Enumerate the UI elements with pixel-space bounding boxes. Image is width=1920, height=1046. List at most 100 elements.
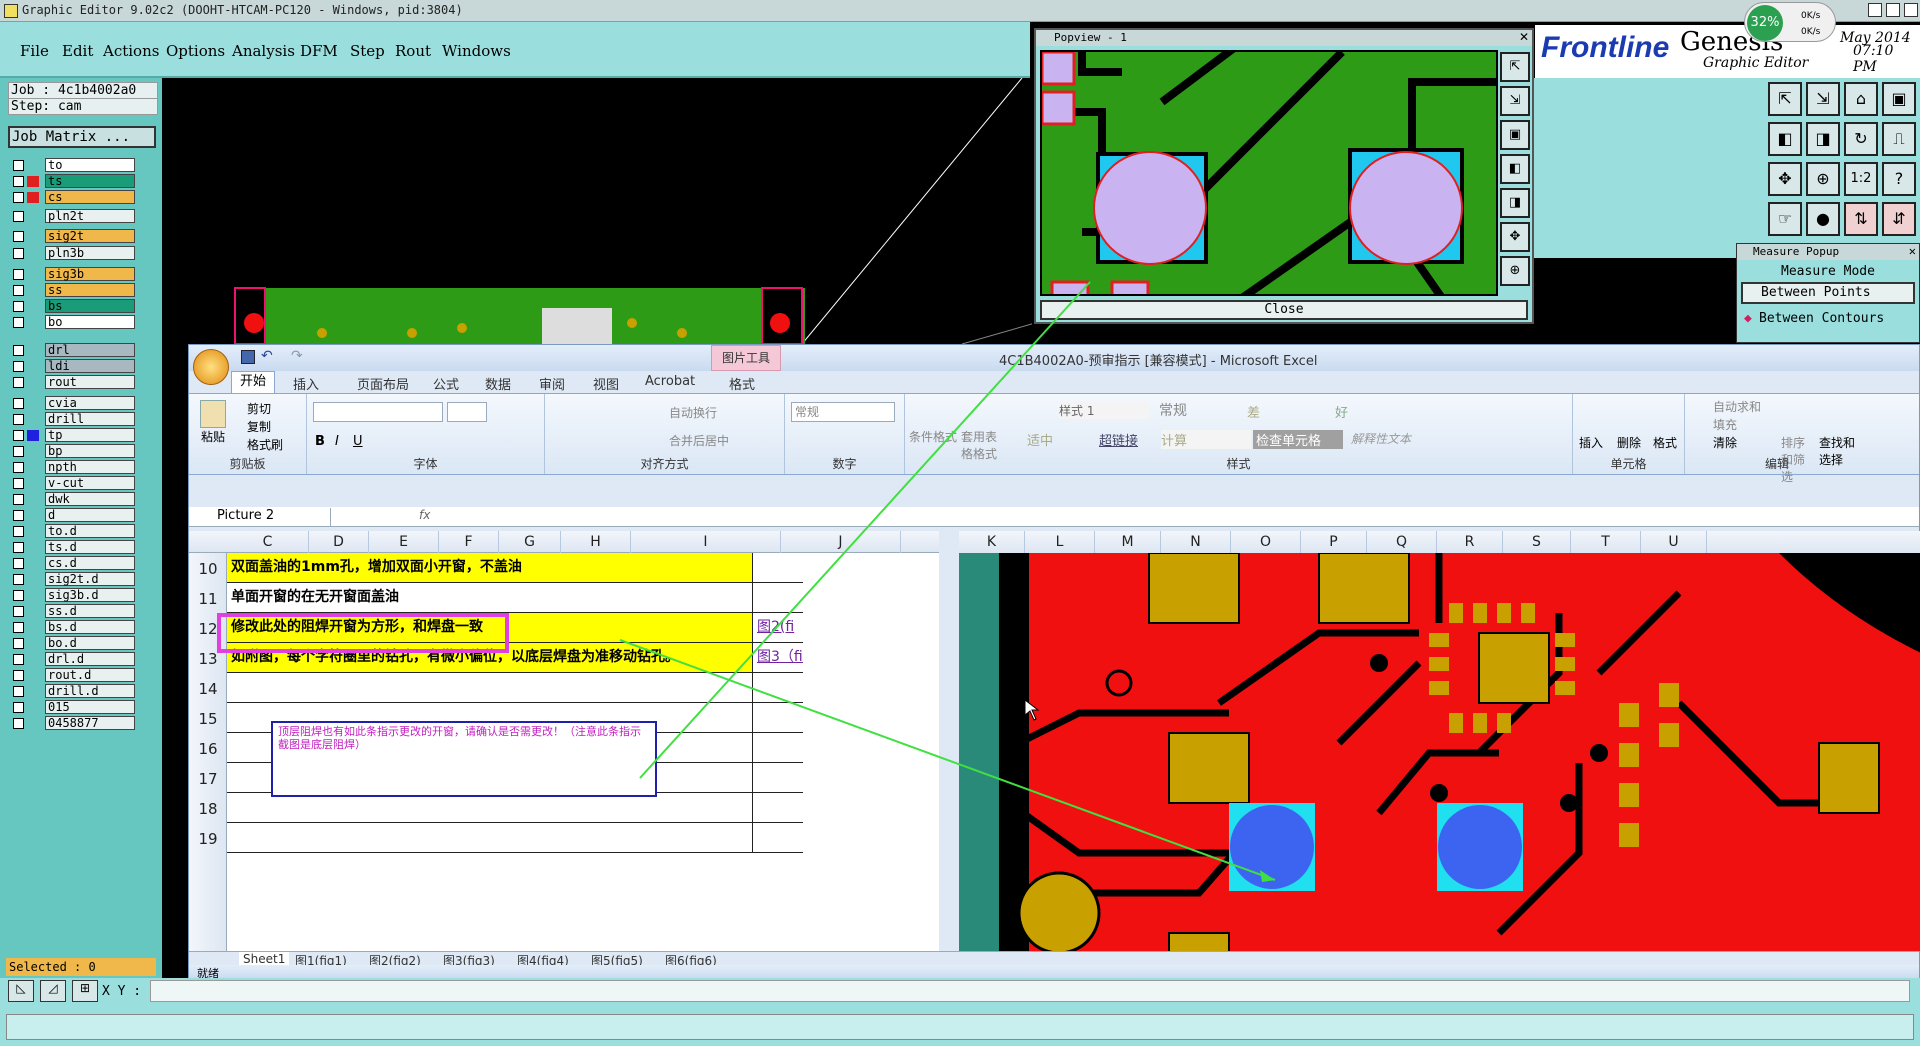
layer-checkbox[interactable] bbox=[13, 622, 24, 633]
layer-row[interactable]: bo bbox=[8, 315, 135, 329]
column-header[interactable]: H bbox=[561, 531, 631, 553]
link-cell[interactable] bbox=[753, 733, 803, 763]
menu-step[interactable]: Step bbox=[350, 42, 385, 60]
tab-data[interactable]: 数据 bbox=[485, 374, 511, 393]
column-header[interactable]: L bbox=[1025, 531, 1095, 553]
column-header[interactable]: P bbox=[1301, 531, 1367, 553]
column-header[interactable]: E bbox=[369, 531, 439, 553]
row-header[interactable]: 17 bbox=[189, 770, 227, 788]
menu-rout[interactable]: Rout bbox=[395, 42, 431, 60]
layer-checkbox[interactable] bbox=[13, 176, 24, 187]
column-header[interactable]: R bbox=[1437, 531, 1503, 553]
layer-row[interactable]: sig2t.d bbox=[8, 572, 135, 586]
between-contours-option[interactable]: ◆ Between Contours bbox=[1741, 310, 1915, 332]
column-header[interactable]: G bbox=[499, 531, 561, 553]
menu-windows[interactable]: Windows bbox=[442, 42, 511, 60]
copy-button[interactable]: 复制 bbox=[247, 418, 271, 435]
layer-checkbox[interactable] bbox=[13, 446, 24, 457]
measure-close-icon[interactable]: ✕ bbox=[1909, 244, 1916, 258]
link-cell[interactable] bbox=[753, 583, 803, 613]
layer-row[interactable]: ss.d bbox=[8, 604, 135, 618]
layer-checkbox[interactable] bbox=[13, 414, 24, 425]
merge-center-button[interactable]: 合并后居中 bbox=[669, 432, 729, 449]
column-header[interactable]: F bbox=[439, 531, 499, 553]
undo-icon[interactable]: ↶ bbox=[261, 348, 273, 364]
style-hyperlink[interactable]: 超链接 bbox=[1099, 430, 1138, 449]
style-neutral-cell[interactable]: 适中 bbox=[1027, 430, 1053, 449]
link-cell[interactable] bbox=[753, 763, 803, 793]
row-header[interactable]: 11 bbox=[189, 590, 227, 608]
tool-ratio-icon[interactable]: 1:2 bbox=[1844, 162, 1878, 196]
tab-home[interactable]: 开始 bbox=[231, 371, 275, 393]
layer-checkbox[interactable] bbox=[13, 702, 24, 713]
layer-row[interactable]: ldi bbox=[8, 359, 135, 373]
cut-button[interactable]: 剪切 bbox=[247, 400, 271, 417]
layer-row[interactable]: d bbox=[8, 508, 135, 522]
layer-row[interactable]: rout.d bbox=[8, 668, 135, 682]
italic-button[interactable]: I bbox=[335, 434, 339, 449]
tab-view[interactable]: 视图 bbox=[593, 374, 619, 393]
menu-edit[interactable]: Edit bbox=[62, 42, 93, 60]
insert-cells-button[interactable]: 插入 bbox=[1579, 434, 1603, 451]
tool-zoom-out-icon[interactable]: ⇲ bbox=[1806, 82, 1840, 116]
sheet-tab[interactable]: Sheet1 bbox=[239, 952, 290, 966]
fill-button[interactable]: 填充 bbox=[1713, 416, 1737, 433]
layer-row[interactable]: tp bbox=[8, 428, 135, 442]
layer-checkbox[interactable] bbox=[13, 317, 24, 328]
link-cell[interactable] bbox=[753, 703, 803, 733]
column-header[interactable]: T bbox=[1571, 531, 1641, 553]
layer-row[interactable]: cs bbox=[8, 190, 135, 204]
column-header[interactable]: I bbox=[631, 531, 781, 553]
table-cell[interactable]: 单面开窗的在无开窗面盖油 bbox=[227, 583, 753, 613]
layer-checkbox[interactable] bbox=[13, 638, 24, 649]
table-cell[interactable]: 双面盖油的1mm孔，增加双面小开窗，不盖油 bbox=[227, 553, 753, 583]
name-box[interactable]: Picture 2 bbox=[191, 508, 331, 526]
style-good[interactable]: 好 bbox=[1335, 402, 1348, 421]
tab-review[interactable]: 审阅 bbox=[539, 374, 565, 393]
minimize-button[interactable] bbox=[1868, 3, 1882, 17]
layer-checkbox[interactable] bbox=[13, 211, 24, 222]
column-header[interactable]: K bbox=[959, 531, 1025, 553]
pv-left-icon[interactable]: ◧ bbox=[1500, 154, 1530, 184]
tab-format[interactable]: 格式 bbox=[729, 374, 755, 393]
delete-cells-button[interactable]: 删除 bbox=[1617, 434, 1641, 451]
save-icon[interactable] bbox=[241, 350, 255, 364]
layer-checkbox[interactable] bbox=[13, 269, 24, 280]
redo-icon[interactable]: ↷ bbox=[291, 348, 303, 364]
layer-checkbox[interactable] bbox=[13, 494, 24, 505]
layer-checkbox[interactable] bbox=[13, 398, 24, 409]
layer-checkbox[interactable] bbox=[13, 430, 24, 441]
font-name-select[interactable] bbox=[313, 402, 443, 422]
column-header[interactable]: J bbox=[781, 531, 901, 553]
style-1[interactable]: 样式 1 bbox=[1059, 402, 1149, 419]
layer-row[interactable]: ss bbox=[8, 283, 135, 297]
menu-actions[interactable]: Actions bbox=[103, 42, 159, 60]
pv-fit-icon[interactable]: ▣ bbox=[1500, 120, 1530, 150]
maximize-button[interactable] bbox=[1886, 3, 1900, 17]
layer-row[interactable]: bp bbox=[8, 444, 135, 458]
pv-expand-icon[interactable]: ⊕ bbox=[1500, 256, 1530, 286]
layer-checkbox[interactable] bbox=[13, 686, 24, 697]
layer-row[interactable]: rout bbox=[8, 375, 135, 389]
column-header[interactable]: U bbox=[1641, 531, 1707, 553]
layer-row[interactable]: bo.d bbox=[8, 636, 135, 650]
layer-checkbox[interactable] bbox=[13, 574, 24, 585]
tool-fit-icon[interactable]: ▣ bbox=[1882, 82, 1916, 116]
close-button[interactable] bbox=[1904, 3, 1918, 17]
layer-checkbox[interactable] bbox=[13, 526, 24, 537]
column-header[interactable]: C bbox=[227, 531, 309, 553]
layer-checkbox[interactable] bbox=[13, 670, 24, 681]
layer-row[interactable]: drl bbox=[8, 343, 135, 357]
layer-row[interactable]: to bbox=[8, 158, 135, 172]
layer-row[interactable]: pln2t bbox=[8, 209, 135, 223]
layer-row[interactable]: bs bbox=[8, 299, 135, 313]
column-header[interactable]: M bbox=[1095, 531, 1161, 553]
layer-row[interactable]: 015 bbox=[8, 700, 135, 714]
format-painter-button[interactable]: 格式刷 bbox=[247, 436, 283, 453]
layer-row[interactable]: sig3b.d bbox=[8, 588, 135, 602]
layer-checkbox[interactable] bbox=[13, 248, 24, 259]
layer-row[interactable]: npth bbox=[8, 460, 135, 474]
number-format-select[interactable]: 常规 bbox=[791, 402, 895, 422]
bottom-tool-2-icon[interactable]: ◿ bbox=[40, 980, 66, 1002]
tool-measure-contours-icon[interactable]: ⇵ bbox=[1882, 202, 1916, 236]
